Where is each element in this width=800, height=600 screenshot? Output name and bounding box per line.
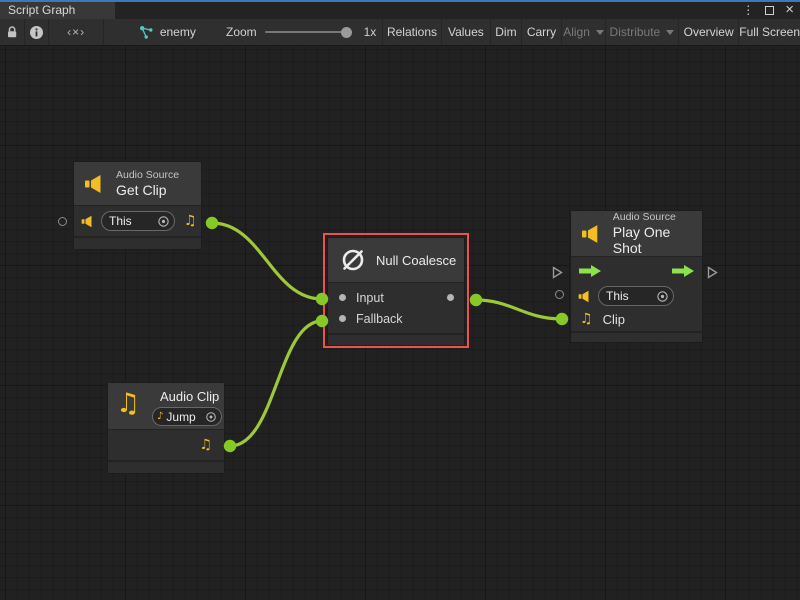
info-button[interactable] [25, 19, 50, 45]
align-dropdown: Align [562, 19, 606, 45]
graph-icon [139, 25, 154, 40]
music-note-icon: ♪ [157, 412, 163, 422]
clip-port-label: Clip [603, 312, 625, 327]
tab-title: Script Graph [8, 3, 75, 17]
flow-out-arrow-icon[interactable] [671, 264, 695, 278]
script-graph-window: Script Graph ⋮ × ‹×› [0, 0, 800, 600]
node-title: Get Clip [116, 182, 179, 198]
node-audio-clip-header: ♫ Audio Clip ♪ Jump [108, 383, 224, 430]
graph-toolbar: ‹×› enemy Zoom 1x Relations Values Dim C… [0, 19, 800, 46]
zoom-slider[interactable] [265, 19, 356, 45]
get-clip-target-field[interactable]: This [101, 211, 175, 231]
graph-name: enemy [160, 25, 196, 39]
node-category: Audio Source [613, 211, 702, 223]
get-clip-target-port[interactable] [58, 217, 67, 226]
wire-endpoint[interactable] [556, 313, 568, 325]
node-footer [571, 331, 702, 342]
relations-button[interactable]: Relations [382, 19, 441, 45]
node-get-clip-header: Audio Source Get Clip [74, 162, 201, 206]
wire-endpoint[interactable] [206, 217, 218, 229]
audio-clip-icon: ♫ [116, 390, 140, 417]
result-port[interactable] [447, 294, 454, 301]
audio-clip-field[interactable]: ♪ Jump [152, 407, 222, 426]
audio-clip-output-icon[interactable]: ♫ [199, 438, 212, 452]
focused-tab-accent [0, 0, 800, 2]
play-one-shot-target-field[interactable]: This [598, 286, 674, 306]
node-title: Null Coalesce [376, 253, 456, 268]
window-controls: ⋮ × [742, 2, 794, 18]
code-preview-icon: ‹×› [67, 25, 85, 39]
distribute-dropdown: Distribute [606, 19, 679, 45]
node-get-clip[interactable]: Audio Source Get Clip This ♫ [73, 161, 202, 250]
node-play-one-shot[interactable]: Audio Source Play One Shot This [570, 210, 703, 343]
node-play-one-shot-header: Audio Source Play One Shot [571, 211, 702, 257]
zoom-slider-handle[interactable] [341, 27, 352, 38]
fallback-port[interactable] [339, 315, 346, 322]
wire-getclip-to-input[interactable] [212, 223, 322, 299]
code-preview-button[interactable]: ‹×› [49, 19, 103, 45]
audio-source-port-icon [578, 290, 592, 303]
flow-out-port[interactable] [707, 266, 718, 279]
play-one-shot-target-port[interactable] [555, 290, 564, 299]
lock-icon [5, 25, 19, 39]
node-footer [108, 460, 224, 473]
chevron-down-icon [596, 30, 604, 35]
zoom-value: 1x [364, 19, 377, 45]
zoom-slider-track [265, 31, 345, 33]
node-title: Play One Shot [613, 224, 702, 256]
fallback-port-label: Fallback [356, 312, 403, 326]
node-null-coalesce-selection: Null Coalesce Input Fallback [323, 233, 469, 348]
close-icon[interactable]: × [785, 3, 794, 17]
node-null-coalesce[interactable]: Null Coalesce Input Fallback [327, 237, 465, 344]
flow-in-arrow-icon[interactable] [578, 264, 602, 278]
input-port-label: Input [356, 291, 384, 305]
object-picker-icon[interactable] [656, 290, 669, 303]
wire-endpoint[interactable] [224, 440, 236, 452]
tab-bar: Script Graph ⋮ × [0, 0, 800, 19]
null-coalesce-icon [340, 247, 366, 273]
graph-breadcrumb[interactable]: enemy [139, 19, 212, 45]
audio-source-icon [84, 174, 106, 194]
audio-source-icon [581, 224, 603, 244]
node-null-coalesce-header: Null Coalesce [328, 238, 464, 283]
flow-in-port[interactable] [552, 266, 563, 279]
chevron-down-icon [666, 30, 674, 35]
fullscreen-button[interactable]: Full Screen [739, 19, 800, 45]
node-category: Audio Source [116, 169, 179, 181]
object-picker-icon[interactable] [157, 215, 170, 228]
node-footer [328, 333, 464, 345]
values-button[interactable]: Values [442, 19, 491, 45]
info-icon [29, 25, 44, 40]
carry-button[interactable]: Carry [522, 19, 563, 45]
wire-endpoint[interactable] [470, 294, 482, 306]
node-title: Audio Clip [160, 389, 219, 404]
object-picker-icon[interactable] [205, 411, 217, 423]
wire-null-to-clip[interactable] [476, 300, 562, 319]
node-footer [74, 236, 201, 249]
graph-canvas[interactable]: Audio Source Get Clip This ♫ [0, 46, 800, 600]
input-port[interactable] [339, 294, 346, 301]
wire-audioclip-to-fallback[interactable] [230, 321, 322, 446]
audio-clip-output-icon[interactable]: ♫ [184, 214, 197, 228]
lock-button[interactable] [0, 19, 25, 45]
zoom-label: Zoom [226, 19, 257, 45]
node-audio-clip[interactable]: ♫ Audio Clip ♪ Jump ♫ [107, 382, 225, 474]
clip-port-icon: ♫ [580, 312, 593, 326]
maximize-icon[interactable] [765, 6, 774, 15]
overview-button[interactable]: Overview [679, 19, 739, 45]
audio-source-port-icon [81, 215, 95, 228]
dim-button[interactable]: Dim [491, 19, 522, 45]
tab-script-graph[interactable]: Script Graph [0, 2, 115, 19]
window-menu-icon[interactable]: ⋮ [742, 3, 754, 17]
